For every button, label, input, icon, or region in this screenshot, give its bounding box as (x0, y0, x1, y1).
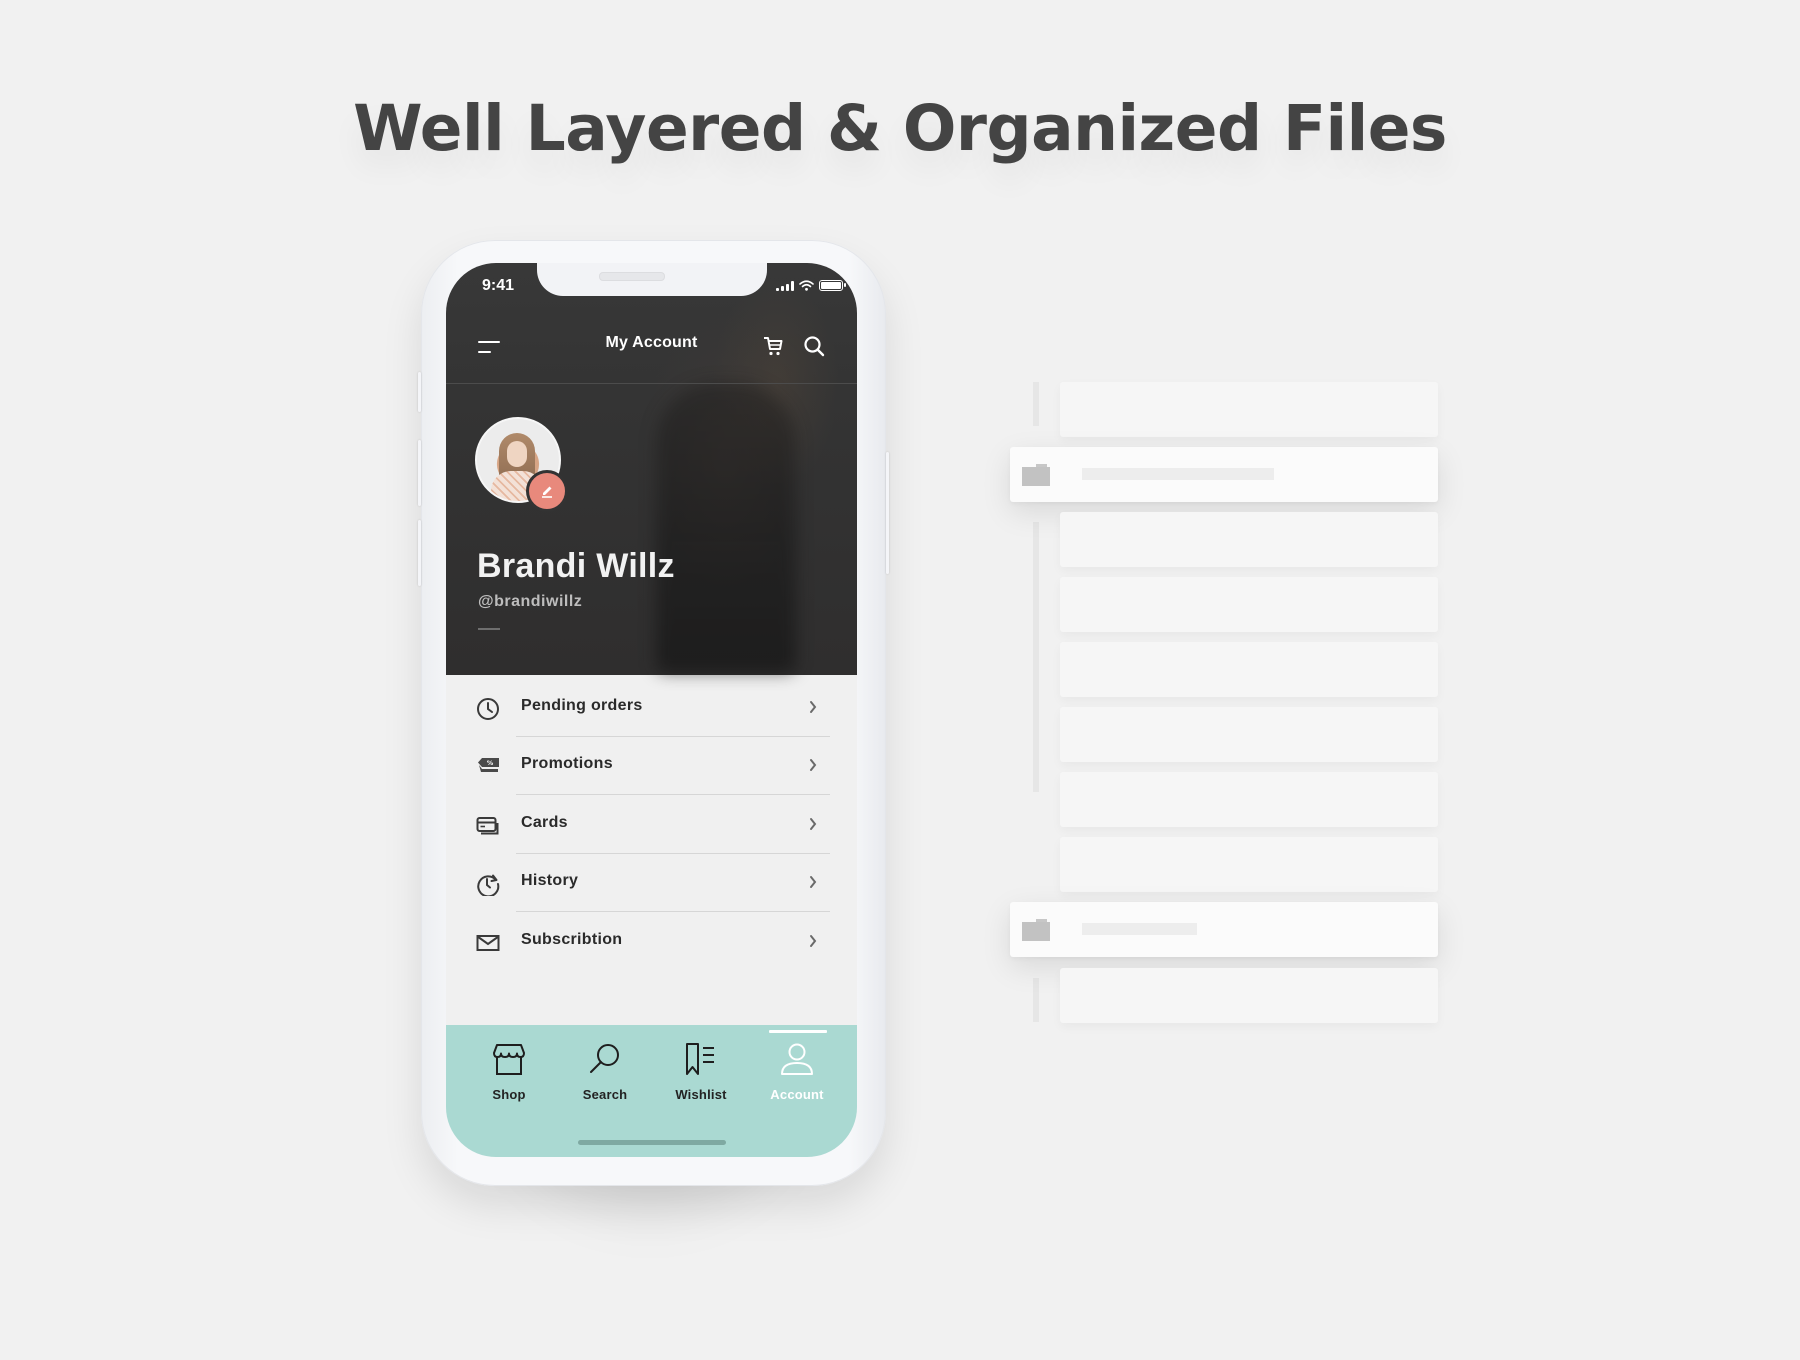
menu-item-cards[interactable]: Cards (446, 796, 857, 854)
layer-row[interactable] (1060, 577, 1438, 632)
layer-row[interactable] (1060, 707, 1438, 762)
tab-search[interactable]: Search (557, 1025, 653, 1115)
user-icon (781, 1043, 813, 1075)
profile-handle: @brandiwillz (478, 593, 583, 610)
layer-row[interactable] (1060, 837, 1438, 892)
layer-row[interactable] (1060, 642, 1438, 697)
menu-separator (516, 911, 830, 912)
pencil-icon (542, 486, 552, 498)
chevron-right-icon (810, 818, 817, 830)
menu-item-promotions[interactable]: % Promotions (446, 737, 857, 795)
chevron-right-icon (810, 759, 817, 771)
credit-cards-icon (476, 817, 499, 835)
screen-title: My Account (605, 334, 698, 351)
phone-power-button (886, 452, 889, 574)
discount-tag-icon: % (478, 758, 499, 772)
search-icon (590, 1044, 619, 1073)
svg-text:%: % (487, 759, 494, 767)
layer-row[interactable] (1060, 772, 1438, 827)
speaker-grille (599, 272, 665, 281)
top-navigation-bar: My Account (446, 326, 857, 366)
active-tab-indicator (769, 1030, 827, 1033)
wifi-icon (799, 280, 814, 291)
chevron-right-icon (810, 876, 817, 888)
tab-label: Shop (492, 1087, 526, 1102)
tree-connector (1033, 382, 1039, 426)
layer-row[interactable] (1060, 382, 1438, 437)
phone-screen: 9:41 My Account Brandi Willz @brandiwill… (446, 263, 857, 1157)
menu-item-history[interactable]: History (446, 854, 857, 912)
menu-item-label: Cards (521, 814, 568, 831)
folder-name-placeholder (1082, 468, 1274, 480)
layer-row[interactable] (1060, 968, 1438, 1023)
menu-item-label: History (521, 872, 579, 889)
tree-connector (1033, 522, 1039, 792)
history-icon (477, 874, 500, 896)
envelope-icon (476, 935, 500, 951)
phone-notch (537, 263, 767, 296)
menu-item-pending-orders[interactable]: Pending orders (446, 679, 857, 737)
page-headline: Well Layered & Organized Files (353, 92, 1447, 165)
status-icons (776, 280, 846, 291)
battery-icon (819, 280, 846, 291)
clock-icon (477, 698, 499, 720)
tree-connector (1033, 978, 1039, 1022)
layer-row[interactable] (1060, 512, 1438, 567)
tab-label: Account (770, 1087, 824, 1102)
header-divider (446, 383, 857, 384)
folder-row[interactable] (1010, 902, 1438, 957)
chevron-right-icon (810, 701, 817, 713)
chevron-right-icon (810, 935, 817, 947)
edit-avatar-button[interactable] (526, 470, 568, 512)
folder-name-placeholder (1082, 923, 1197, 935)
phone-silent-switch (418, 372, 421, 412)
tab-account[interactable]: Account (749, 1025, 845, 1115)
home-indicator (578, 1140, 726, 1145)
search-icon[interactable] (803, 335, 825, 357)
tab-wishlist[interactable]: Wishlist (653, 1025, 749, 1115)
bookmark-list-icon (686, 1043, 714, 1075)
menu-item-label: Promotions (521, 755, 613, 772)
store-icon (493, 1044, 525, 1075)
folder-icon (1022, 464, 1050, 486)
phone-volume-down-button (418, 520, 421, 586)
profile-header: 9:41 My Account Brandi Willz @brandiwill… (446, 263, 857, 675)
tab-label: Wishlist (675, 1087, 727, 1102)
folder-icon (1022, 919, 1050, 941)
menu-item-label: Subscribtion (521, 931, 623, 948)
phone-volume-up-button (418, 440, 421, 506)
bottom-tab-bar: Shop Search Wishlist Account (446, 1025, 857, 1157)
profile-name: Brandi Willz (477, 547, 675, 585)
cart-icon[interactable] (762, 335, 784, 357)
profile-divider (478, 628, 500, 630)
tab-label: Search (582, 1087, 628, 1102)
menu-separator (516, 794, 830, 795)
menu-item-subscription[interactable]: Subscribtion (446, 913, 857, 971)
folder-row[interactable] (1010, 447, 1438, 502)
header-background-photo (656, 383, 796, 673)
cellular-signal-icon (776, 280, 794, 291)
status-time: 9:41 (482, 277, 515, 294)
tab-shop[interactable]: Shop (461, 1025, 557, 1115)
menu-item-label: Pending orders (521, 697, 643, 714)
